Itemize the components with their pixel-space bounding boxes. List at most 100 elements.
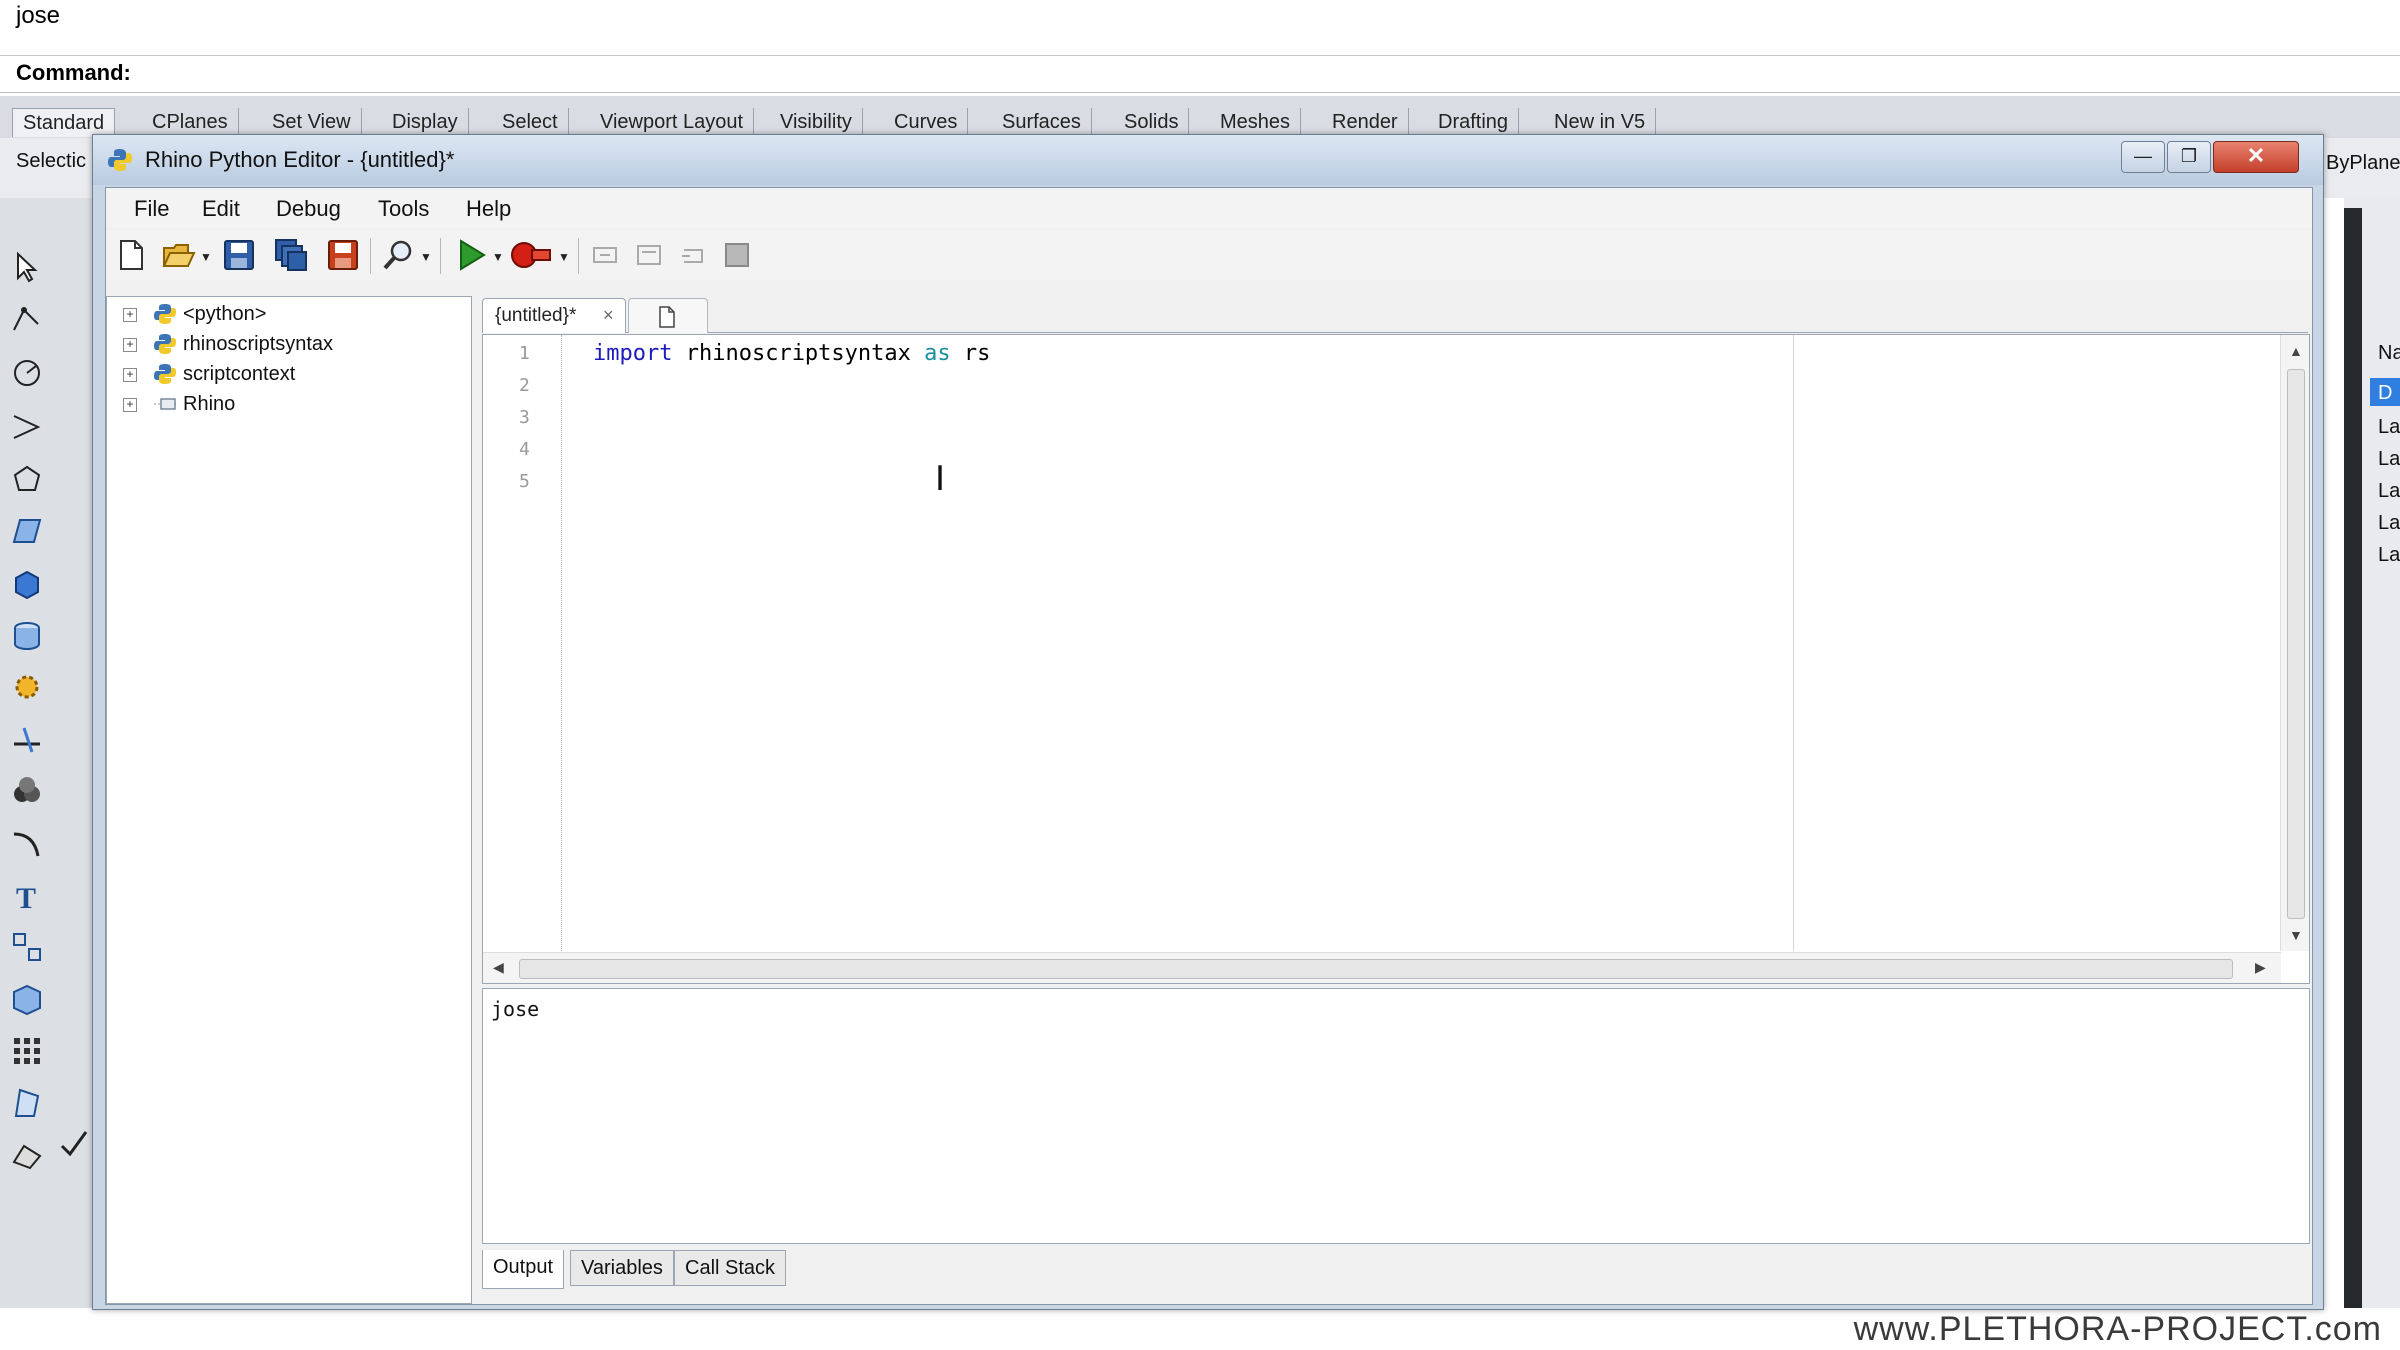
module-tree: + <python> + rhinoscriptsyntax + scriptc… <box>106 296 472 1304</box>
polyline-icon[interactable] <box>10 302 44 336</box>
tab-visibility[interactable]: Visibility <box>770 108 863 136</box>
new-tab-button[interactable] <box>628 298 708 333</box>
surface-icon[interactable] <box>10 514 44 548</box>
menu-help[interactable]: Help <box>466 196 511 222</box>
tab-new-in-v5[interactable]: New in V5 <box>1544 108 1657 136</box>
tab-viewport-layout[interactable]: Viewport Layout <box>590 108 755 136</box>
arc-icon[interactable] <box>10 410 44 444</box>
save-as-icon[interactable] <box>326 238 360 272</box>
scroll-down-icon[interactable]: ▼ <box>2289 927 2303 943</box>
menu-tools[interactable]: Tools <box>378 196 429 222</box>
step-out-icon[interactable] <box>676 238 710 272</box>
tab-output[interactable]: Output <box>482 1250 565 1289</box>
scroll-thumb[interactable] <box>519 959 2233 979</box>
scroll-thumb[interactable] <box>2287 369 2305 919</box>
step-into-icon[interactable] <box>588 238 622 272</box>
tab-drafting[interactable]: Drafting <box>1428 108 1520 136</box>
horizontal-scrollbar[interactable]: ◀ ▶ <box>483 952 2281 983</box>
block-icon[interactable] <box>10 982 44 1016</box>
menu-file[interactable]: File <box>134 196 169 222</box>
group-icon[interactable] <box>10 930 44 964</box>
analyze-icon[interactable] <box>10 1086 44 1120</box>
expand-icon[interactable]: + <box>123 338 137 352</box>
layer-item[interactable]: La <box>2378 448 2400 471</box>
tab-standard[interactable]: Standard <box>12 108 116 137</box>
tab-render[interactable]: Render <box>1322 108 1409 136</box>
tab-select[interactable]: Select <box>492 108 569 136</box>
minimize-button[interactable]: — <box>2121 141 2165 173</box>
editor-toolbar: ▼ ▼ ▼ ▼ <box>106 230 2312 280</box>
title-bar[interactable]: Rhino Python Editor - {untitled}* — ❐ ✕ <box>93 135 2323 185</box>
expand-icon[interactable]: + <box>123 308 137 322</box>
save-icon[interactable] <box>222 238 256 272</box>
editor-client-area: File Edit Debug Tools Help ▼ ▼ ▼ ▼ + <py… <box>105 187 2313 1305</box>
restore-button[interactable]: ❐ <box>2167 141 2211 173</box>
tab-call-stack[interactable]: Call Stack <box>674 1250 787 1286</box>
svg-text:T: T <box>16 882 36 912</box>
find-icon[interactable] <box>382 238 416 272</box>
tab-curves[interactable]: Curves <box>884 108 969 136</box>
save-all-icon[interactable] <box>274 238 308 272</box>
tab-surfaces[interactable]: Surfaces <box>992 108 1092 136</box>
polygon-icon[interactable] <box>10 462 44 496</box>
box-icon[interactable] <box>10 566 44 600</box>
gear-icon[interactable] <box>10 670 44 704</box>
menu-debug[interactable]: Debug <box>276 196 341 222</box>
output-panel[interactable]: jose <box>482 988 2310 1244</box>
breakpoint-icon[interactable] <box>508 238 554 272</box>
vertical-scrollbar[interactable]: ▲ ▼ <box>2280 335 2309 951</box>
python-icon <box>154 334 176 354</box>
layer-item[interactable]: La <box>2378 416 2400 439</box>
step-over-icon[interactable] <box>632 238 666 272</box>
tab-variables[interactable]: Variables <box>570 1250 674 1286</box>
new-file-icon[interactable] <box>114 238 148 272</box>
python-logo-icon <box>108 149 132 171</box>
layer-item[interactable]: La <box>2378 480 2400 503</box>
close-button[interactable]: ✕ <box>2213 141 2299 173</box>
scroll-up-icon[interactable]: ▲ <box>2289 343 2303 359</box>
close-tab-icon[interactable]: × <box>603 305 614 326</box>
toolbar-separator <box>370 238 371 274</box>
layer-item[interactable]: La <box>2378 512 2400 535</box>
tab-display[interactable]: Display <box>382 108 469 136</box>
tab-set-view[interactable]: Set View <box>262 108 362 136</box>
check-icon[interactable] <box>56 1128 90 1162</box>
boolean-icon[interactable] <box>10 774 44 808</box>
tab-solids[interactable]: Solids <box>1114 108 1190 136</box>
tab-label: {untitled}* <box>495 305 577 326</box>
trim-icon[interactable] <box>10 722 44 756</box>
line-number: 5 <box>519 471 530 492</box>
run-dropdown-icon[interactable]: ▼ <box>492 250 504 264</box>
open-dropdown-icon[interactable]: ▼ <box>200 250 212 264</box>
stop-icon[interactable] <box>720 238 754 272</box>
fillet-icon[interactable] <box>10 826 44 860</box>
python-icon <box>154 304 176 324</box>
scroll-left-icon[interactable]: ◀ <box>493 959 504 976</box>
code-editor[interactable]: 1 2 3 4 5 import rhinoscriptsyntax as rs… <box>482 334 2310 984</box>
module-alias: rs <box>950 341 991 366</box>
tab-cplanes[interactable]: CPlanes <box>142 108 239 136</box>
byplane-label: ByPlane <box>2326 152 2400 174</box>
render-icon[interactable] <box>10 1138 44 1172</box>
tab-meshes[interactable]: Meshes <box>1210 108 1302 136</box>
code-line-1[interactable]: import rhinoscriptsyntax as rs <box>593 341 990 366</box>
layer-item[interactable]: La <box>2378 544 2400 567</box>
window-title: Rhino Python Editor - {untitled}* <box>145 147 455 172</box>
select-arrow-icon[interactable] <box>10 250 44 284</box>
command-line[interactable]: Command: <box>0 56 2400 93</box>
open-folder-icon[interactable] <box>162 238 196 272</box>
tab-untitled[interactable]: {untitled}* × <box>482 298 626 333</box>
run-icon[interactable] <box>454 238 488 272</box>
breakpoint-dropdown-icon[interactable]: ▼ <box>558 250 570 264</box>
expand-icon[interactable]: + <box>123 398 137 412</box>
cylinder-icon[interactable] <box>10 618 44 652</box>
menu-edit[interactable]: Edit <box>202 196 240 222</box>
circle-icon[interactable] <box>10 356 44 390</box>
expand-icon[interactable]: + <box>123 368 137 382</box>
scroll-right-icon[interactable]: ▶ <box>2255 959 2266 976</box>
new-document-icon <box>659 306 675 328</box>
find-dropdown-icon[interactable]: ▼ <box>420 250 432 264</box>
text-icon[interactable]: T <box>10 878 44 912</box>
array-icon[interactable] <box>10 1034 44 1068</box>
layer-default[interactable]: D <box>2378 382 2392 405</box>
